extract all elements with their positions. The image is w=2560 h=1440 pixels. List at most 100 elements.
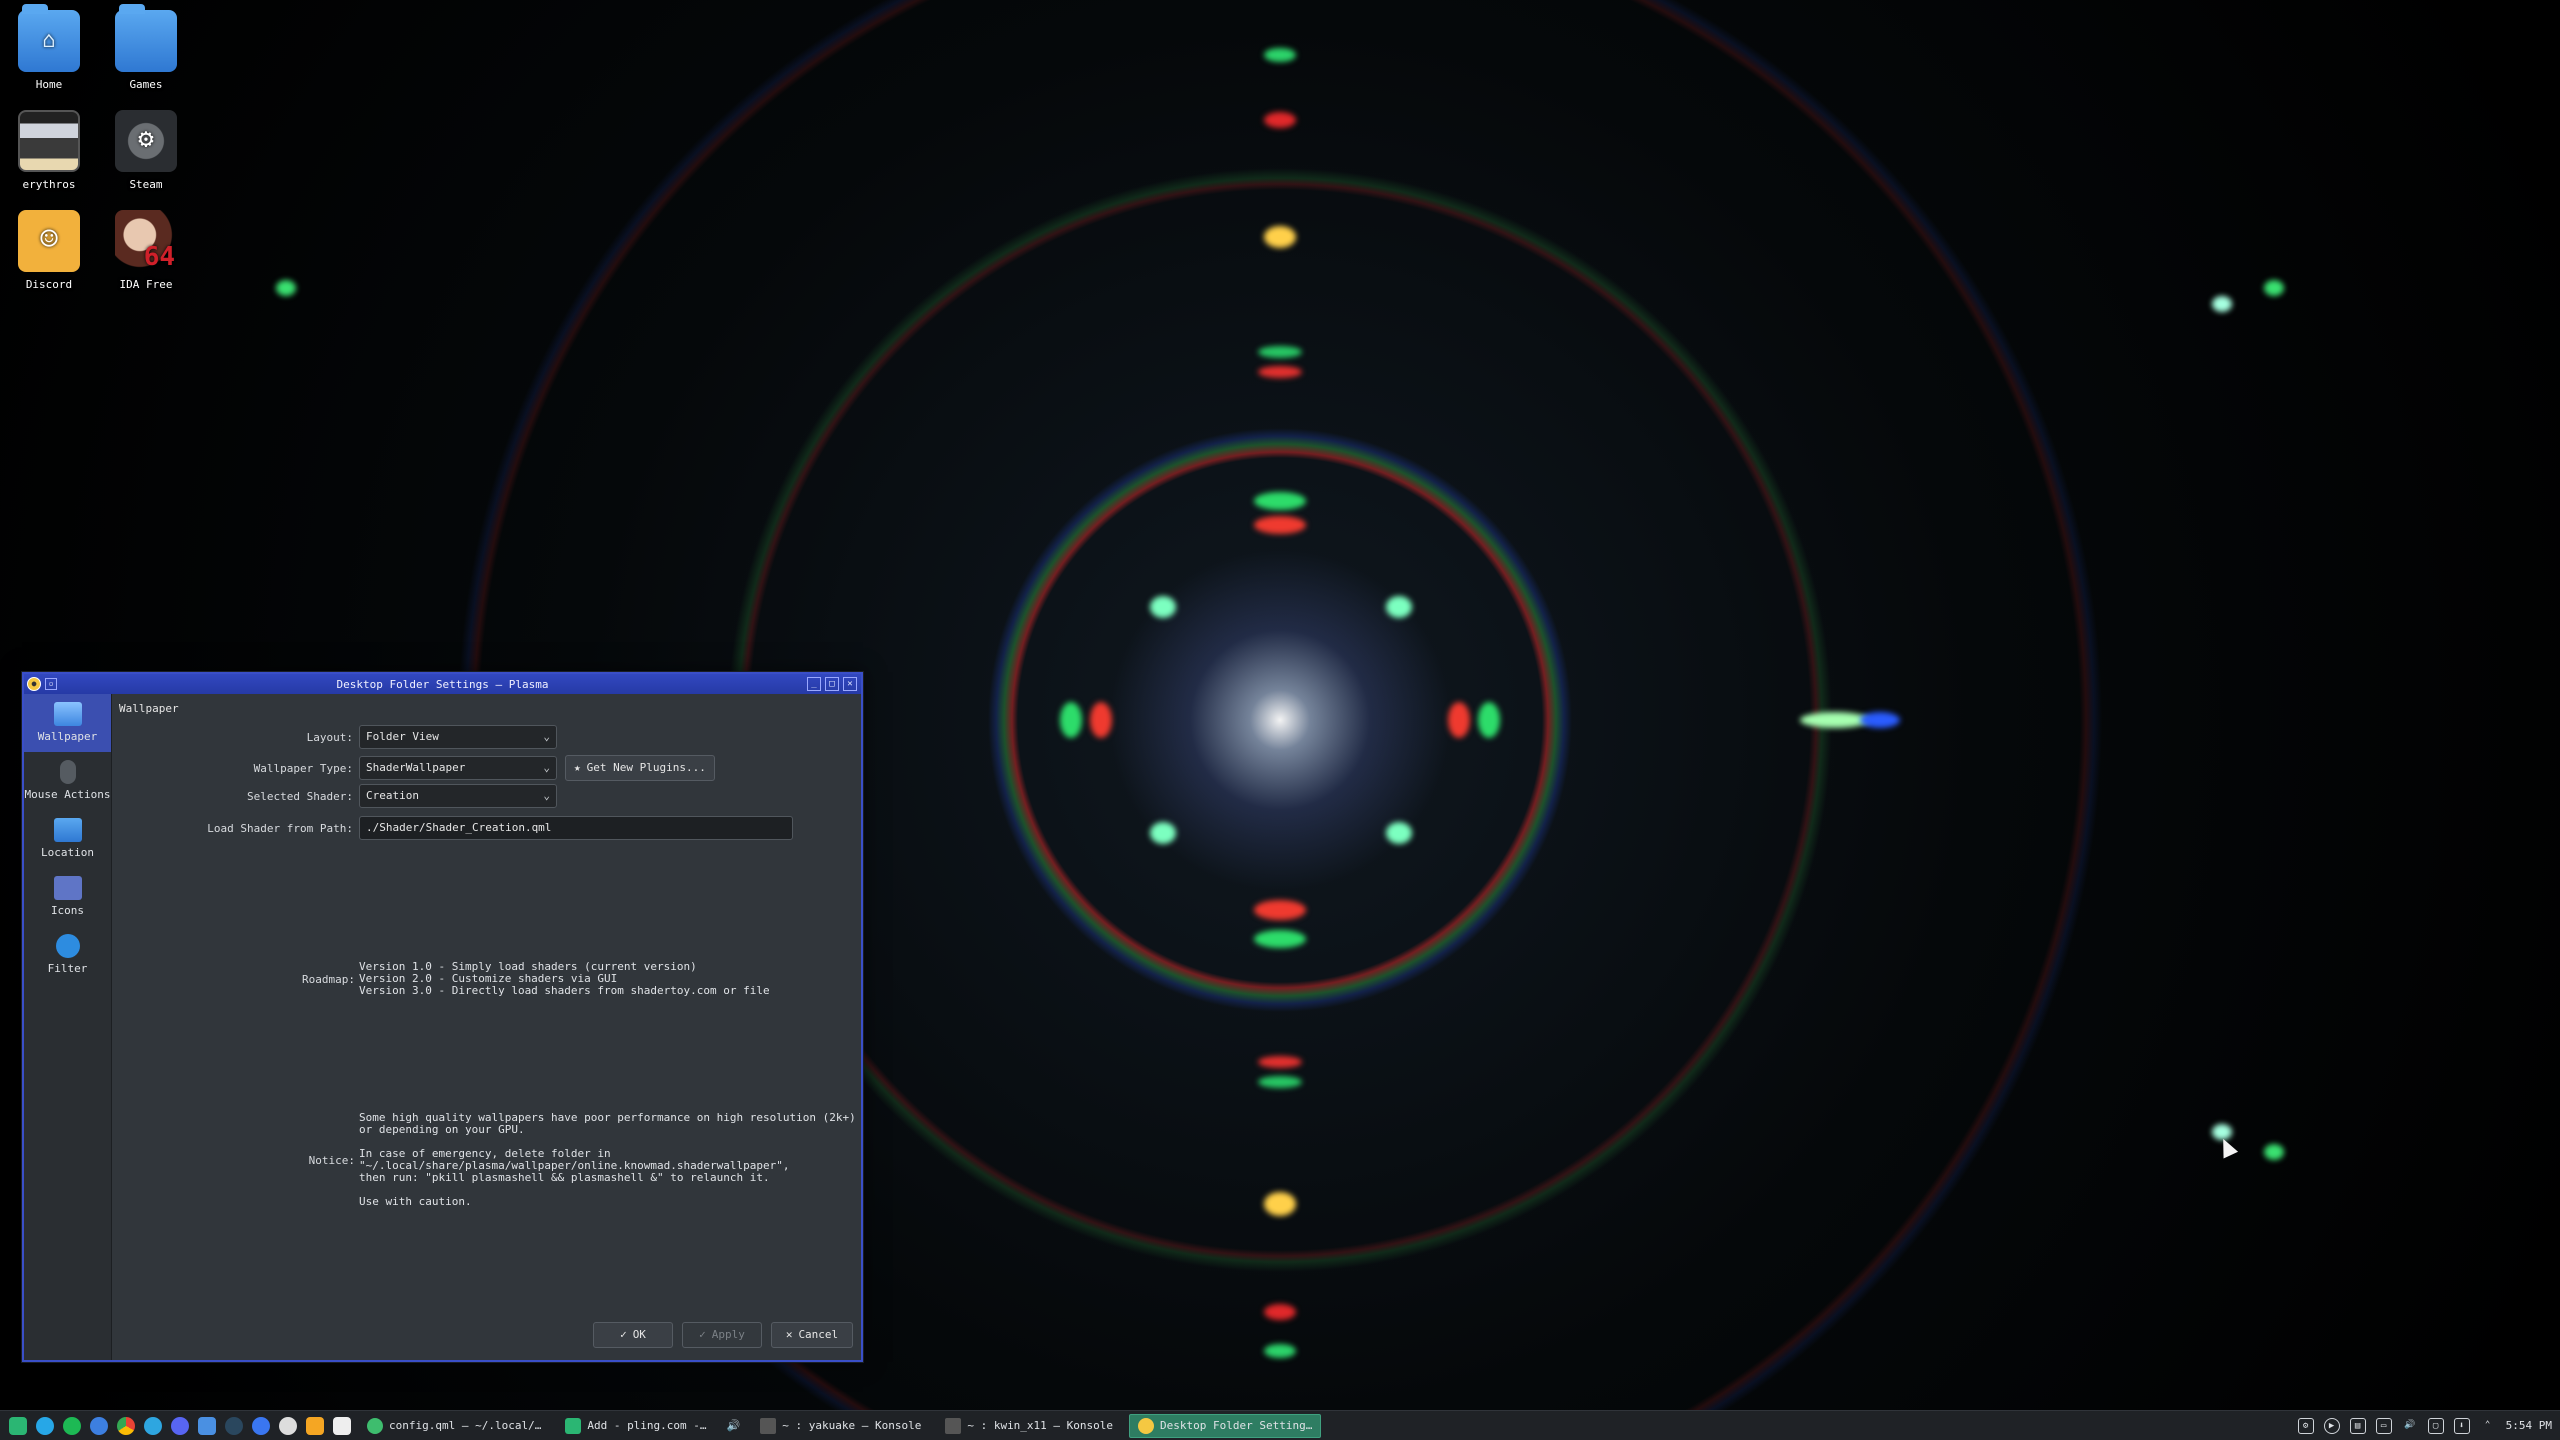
selected-shader-label: Selected Shader:: [247, 790, 353, 803]
minimize-button[interactable]: _: [807, 677, 821, 691]
desktop-icon-home[interactable]: ⌂ Home: [4, 4, 94, 91]
maximize-button[interactable]: □: [825, 677, 839, 691]
clipboard-icon[interactable]: ▤: [2349, 1417, 2366, 1434]
notice-label: Notice:: [308, 1154, 355, 1167]
window-title: Desktop Folder Settings — Plasma: [336, 677, 549, 691]
plasma-app-icon[interactable]: ●: [27, 677, 41, 691]
layout-label: Layout:: [306, 731, 353, 744]
desktop-icon-steam[interactable]: ⚙ Steam: [101, 110, 191, 191]
desktop-icon-label: Games: [129, 78, 163, 91]
page-title: Wallpaper: [119, 702, 179, 715]
sidebar-item-label: Filter: [47, 962, 88, 975]
chevron-down-icon: ⌄: [543, 730, 550, 743]
chevron-down-icon: ⌄: [543, 761, 550, 774]
cancel-button[interactable]: ✕ Cancel: [771, 1322, 853, 1348]
cancel-label: Cancel: [798, 1328, 839, 1341]
steam-icon[interactable]: [225, 1416, 243, 1435]
spotify-icon[interactable]: [63, 1416, 81, 1435]
discord-icon[interactable]: [171, 1416, 189, 1435]
task-label: Add - pling.com -…: [587, 1419, 707, 1432]
ok-label: OK: [632, 1328, 646, 1341]
task-label: ~ : yakuake — Konsole: [782, 1419, 922, 1432]
task-desktop-folder-settings[interactable]: Desktop Folder Setting…: [1129, 1413, 1322, 1438]
desktop-icon-erythros[interactable]: erythros: [4, 110, 94, 191]
keep-above-icon[interactable]: ▫: [45, 678, 57, 690]
task-pling[interactable]: Add - pling.com -…: [557, 1414, 714, 1438]
sidebar-item-label: Mouse Actions: [24, 788, 111, 801]
wallpaper-glow: [1258, 1076, 1302, 1088]
window-titlebar[interactable]: ● ▫ Desktop Folder Settings — Plasma _ □…: [24, 674, 861, 694]
messenger-icon[interactable]: [90, 1416, 108, 1435]
selected-shader-select[interactable]: Creation ⌄: [359, 784, 557, 808]
updates-icon[interactable]: ⬇: [2453, 1417, 2470, 1434]
checkmark-icon: ✓: [699, 1328, 706, 1341]
close-icon: ✕: [785, 1328, 793, 1341]
wallpaper-glow: [1860, 712, 1900, 728]
volume-icon[interactable]: 🔊: [2402, 1418, 2418, 1434]
sidebar-item-filter[interactable]: Filter: [24, 926, 111, 984]
task-konsole[interactable]: ~ : kwin_x11 — Konsole: [937, 1414, 1121, 1438]
volume-icon[interactable]: 🔊: [723, 1414, 745, 1438]
desktop-icon-label: Home: [35, 78, 63, 91]
wallpaper-glow: [1258, 366, 1302, 378]
task-label: ~ : kwin_x11 — Konsole: [967, 1419, 1114, 1432]
ok-button[interactable]: ✓ OK: [593, 1322, 673, 1348]
layout-select[interactable]: Folder View ⌄: [359, 725, 557, 749]
wallpaper-glow: [1264, 1344, 1296, 1358]
mouse-icon: [59, 760, 76, 784]
display-icon[interactable]: ▢: [2427, 1417, 2444, 1434]
task-config-qml[interactable]: config.qml — ~/.local/…: [359, 1414, 549, 1438]
desktop-icon-label: IDA Free: [119, 278, 173, 291]
signal-icon[interactable]: [252, 1416, 270, 1435]
wallpaper-type-label: Wallpaper Type:: [253, 762, 353, 775]
app-launcher-icon[interactable]: [9, 1416, 27, 1435]
filter-icon: [55, 934, 80, 958]
obs-icon[interactable]: [279, 1416, 297, 1435]
sidebar-item-label: Location: [41, 846, 94, 859]
desktop-icon-label: Discord: [25, 278, 73, 291]
sidebar-item-location[interactable]: Location: [24, 810, 111, 868]
close-button[interactable]: ✕: [843, 677, 857, 691]
clock[interactable]: 5:54 PM: [2506, 1419, 2552, 1432]
desktop-icon-discord[interactable]: ☺ Discord: [4, 210, 94, 291]
apply-button[interactable]: ✓ Apply: [682, 1322, 762, 1348]
network-icon[interactable]: ▭: [2375, 1417, 2392, 1434]
sidebar-item-wallpaper[interactable]: Wallpaper: [24, 694, 111, 752]
sidebar-item-mouse-actions[interactable]: Mouse Actions: [24, 752, 111, 810]
chevron-up-icon[interactable]: ⌃: [2480, 1418, 2496, 1434]
discord-icon: ☺: [18, 210, 80, 272]
wallpaper-type-select[interactable]: ShaderWallpaper ⌄: [359, 756, 557, 780]
settings-icon[interactable]: ⚙: [2297, 1417, 2314, 1434]
desktop-icon-ida-free[interactable]: 64 IDA Free: [101, 210, 191, 291]
terminal-icon: [945, 1417, 962, 1434]
desktop-icon-games[interactable]: Games: [101, 4, 191, 91]
media-player-icon[interactable]: ▶: [2323, 1417, 2340, 1434]
task-yakuake[interactable]: ~ : yakuake — Konsole: [752, 1414, 929, 1438]
file-manager-icon[interactable]: [198, 1416, 216, 1435]
plasma-app-icon: [1138, 1417, 1155, 1434]
wallpaper-glow: [1254, 900, 1306, 920]
checkmark-icon: ✓: [620, 1328, 627, 1341]
desktop-folder-settings-window: ● ▫ Desktop Folder Settings — Plasma _ □…: [22, 672, 863, 1362]
shader-path-input[interactable]: ./Shader/Shader_Creation.qml: [359, 816, 793, 840]
chrome-icon[interactable]: [117, 1416, 135, 1435]
get-new-plugins-button[interactable]: ★ Get New Plugins...: [565, 755, 715, 781]
notes-icon[interactable]: [306, 1416, 324, 1435]
task-label: Desktop Folder Setting…: [1160, 1419, 1313, 1432]
ida-icon[interactable]: [333, 1416, 351, 1435]
wallpaper-glow: [1264, 226, 1296, 248]
wallpaper-glow: [1060, 702, 1082, 738]
terminal-icon: [760, 1417, 777, 1434]
roadmap-label: Roadmap:: [302, 973, 355, 986]
folder-icon: [115, 4, 177, 72]
telegram-icon[interactable]: [144, 1416, 162, 1435]
wallpaper-glow: [1254, 930, 1306, 948]
settings-sidebar: Wallpaper Mouse Actions Location Icons F…: [24, 694, 112, 1360]
sidebar-item-icons[interactable]: Icons: [24, 868, 111, 926]
wallpaper-glow: [2264, 1144, 2284, 1160]
system-tray: ⚙ ▶ ▤ ▭ 🔊 ▢ ⬇ ⌃ 5:54 PM: [2297, 1417, 2560, 1434]
text-editor-icon: [367, 1417, 383, 1434]
taskbar: config.qml — ~/.local/… Add - pling.com …: [0, 1410, 2560, 1440]
wallpaper-glow: [1254, 516, 1306, 534]
telegram-desktop-icon[interactable]: [36, 1416, 54, 1435]
